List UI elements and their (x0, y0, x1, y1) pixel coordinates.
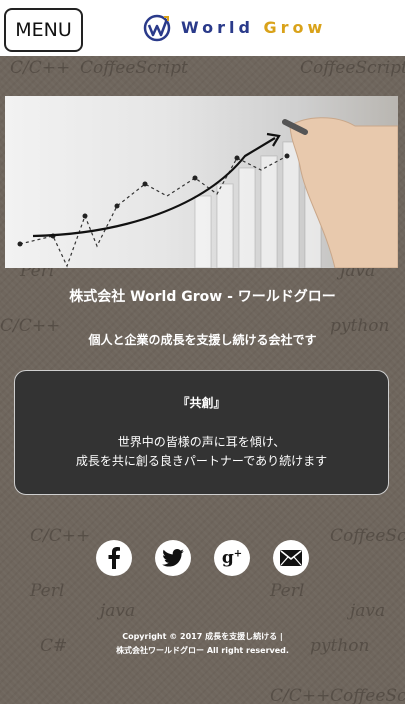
company-tagline: 個人と企業の成長を支援し続ける会社です (88, 333, 317, 347)
copyright-line: Copyright © 2017 成長を支援し続ける | (122, 632, 283, 641)
mission-line: 世界中の皆様の声に耳を傾け、 (117, 435, 286, 449)
watermark-java: java (100, 601, 136, 621)
watermark-perl: Perl (270, 581, 305, 601)
site-header: MENU World Grow (0, 0, 405, 56)
social-links: g+ (0, 540, 405, 576)
company-name: 株式会社 World Grow - ワールドグロー (69, 289, 336, 305)
growth-chart-illustration (17, 117, 398, 268)
copyright-line: 株式会社ワールドグロー All right reserved. (116, 646, 289, 655)
watermark-coffeescript: CoffeeScript (330, 686, 405, 704)
watermark-cpp: C/C++ (10, 58, 71, 78)
logo-text: World Grow (181, 18, 326, 37)
logo-word-world: World (181, 17, 254, 37)
watermark-perl: Perl (30, 581, 65, 601)
facebook-icon[interactable] (96, 540, 132, 576)
mail-icon[interactable] (273, 540, 309, 576)
menu-button[interactable]: MENU (4, 8, 83, 52)
watermark-cpp: C/C++ (270, 686, 331, 704)
watermark-coffeescript: CoffeeScript (80, 58, 188, 78)
site-logo[interactable]: World Grow (141, 10, 326, 44)
mission-card: 『共創』 世界中の皆様の声に耳を傾け、 成長を共に創る良きパートナーであり続けま… (14, 370, 389, 495)
hero-image (5, 96, 398, 268)
world-grow-logo-icon (143, 14, 171, 42)
watermark-coffeescript: CoffeeScript (300, 58, 405, 78)
mission-line: 成長を共に創る良きパートナーであり続けます (75, 454, 328, 468)
google-plus-icon[interactable]: g+ (214, 540, 250, 576)
mission-title: 『共創』 (177, 396, 226, 410)
logo-word-grow: Grow (263, 17, 327, 37)
watermark-java: java (350, 601, 386, 621)
twitter-icon[interactable] (155, 540, 191, 576)
footer-copyright: Copyright © 2017 成長を支援し続ける | 株式会社ワールドグロー… (0, 630, 405, 658)
